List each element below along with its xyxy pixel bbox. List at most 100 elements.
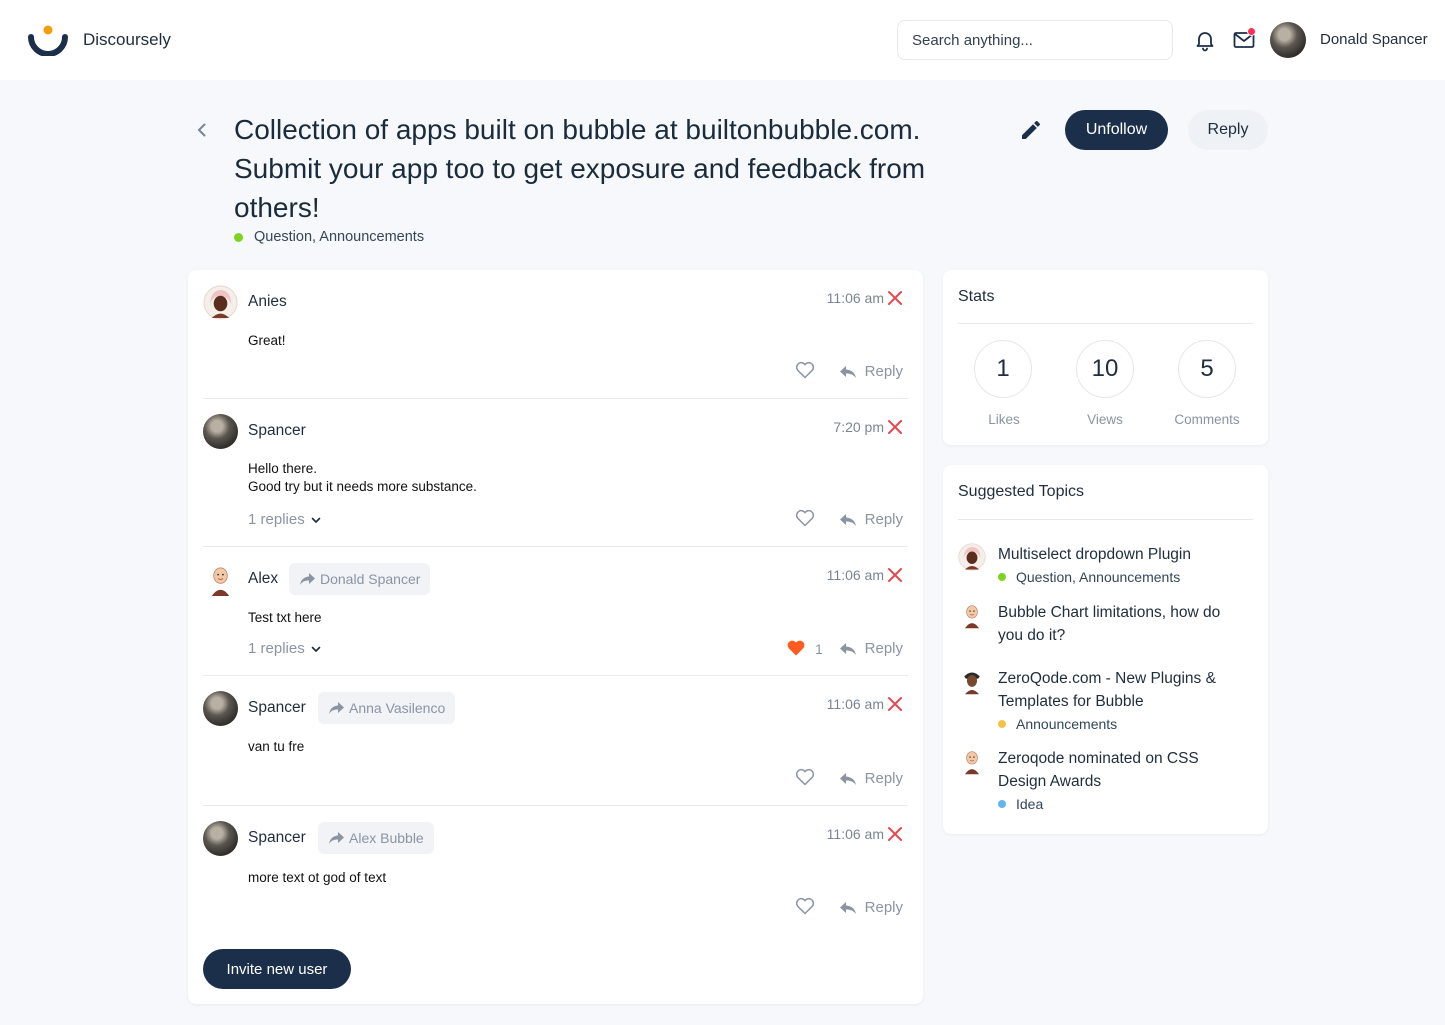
divider [958, 323, 1253, 324]
suggested-title: Suggested Topics [958, 483, 1085, 500]
suggested-topic-title[interactable]: Multiselect dropdown Plugin [998, 543, 1248, 566]
comment-text-line: Test txt here [248, 610, 322, 625]
close-icon[interactable] [887, 419, 903, 435]
avatar [958, 601, 986, 629]
brand-name[interactable]: Discoursely [83, 30, 171, 50]
comment-reply-button[interactable]: Reply [839, 363, 903, 380]
chevron-down-icon [311, 517, 321, 523]
comment-time: 11:06 am [826, 567, 884, 583]
replies-toggle[interactable]: 1 replies [248, 640, 322, 657]
forward-arrow-icon [329, 702, 344, 714]
heart-icon[interactable] [795, 768, 815, 786]
suggested-topic-title[interactable]: ZeroQode.com - New Plugins & Templates f… [998, 667, 1248, 713]
reply-label: Reply [864, 511, 903, 528]
comment-author[interactable]: Spancer [248, 422, 306, 440]
replies-toggle[interactable]: 1 replies [248, 511, 322, 528]
comment-reply-button[interactable]: Reply [839, 899, 903, 916]
search-input[interactable] [897, 20, 1173, 60]
reply-to-chip[interactable]: Alex Bubble [318, 822, 434, 854]
comment-item: Spancer Alex Bubble 11:06 am more text o… [203, 806, 908, 936]
reply-arrow-icon [839, 642, 856, 655]
comment-item: Spancer 7:20 pm Hello there. Good try bu… [203, 399, 908, 547]
suggested-topics-panel: Suggested Topics Multiselect dropdown Pl… [943, 465, 1268, 834]
invite-new-user-button[interactable]: Invite new user [203, 949, 351, 989]
reply-to-name: Donald Spancer [320, 571, 421, 587]
chevron-left-icon[interactable] [192, 120, 212, 140]
reply-to-name: Anna Vasilenco [349, 700, 446, 716]
views-count: 10 [1076, 340, 1134, 398]
heart-filled-icon[interactable] [786, 639, 806, 657]
comment-item: Alex Donald Spancer 11:06 am Test txt he… [203, 547, 908, 676]
comment-author[interactable]: Anies [248, 293, 287, 311]
tag-dot [998, 720, 1006, 728]
avatar [203, 821, 238, 856]
suggested-topic-tags: Question, Announcements [998, 569, 1180, 585]
avatar [958, 543, 986, 571]
reply-label: Reply [864, 770, 903, 787]
likes-count: 1 [974, 340, 1032, 398]
like-count: 1 [815, 641, 823, 657]
reply-button[interactable]: Reply [1188, 110, 1268, 150]
heart-icon[interactable] [795, 509, 815, 527]
reply-to-chip[interactable]: Anna Vasilenco [318, 692, 456, 724]
comment-reply-button[interactable]: Reply [839, 770, 903, 787]
tag-dot [998, 800, 1006, 808]
user-name[interactable]: Donald Spancer [1320, 31, 1428, 48]
comment-time: 11:06 am [826, 826, 884, 842]
close-icon[interactable] [887, 826, 903, 842]
divider [958, 519, 1253, 520]
suggested-topic-title[interactable]: Bubble Chart limitations, how do you do … [998, 601, 1248, 647]
comment-body: van tu fre [248, 738, 304, 756]
brand-logo-icon[interactable] [28, 24, 68, 56]
close-icon[interactable] [887, 696, 903, 712]
avatar [203, 691, 238, 726]
views-label: Views [1087, 412, 1123, 427]
close-icon[interactable] [887, 290, 903, 306]
comment-reply-button[interactable]: Reply [839, 640, 903, 657]
comment-text-line: Great! [248, 333, 286, 348]
user-avatar[interactable] [1270, 22, 1306, 58]
comment-text-line: van tu fre [248, 739, 305, 754]
suggested-topic-tags: Idea [998, 796, 1043, 812]
replies-count: 1 replies [248, 640, 305, 657]
heart-icon[interactable] [795, 361, 815, 379]
comment-reply-button[interactable]: Reply [839, 511, 903, 528]
reply-arrow-icon [839, 901, 856, 914]
comment-body: more text ot god of text [248, 869, 386, 887]
reply-to-chip[interactable]: Donald Spancer [289, 563, 431, 595]
forward-arrow-icon [300, 573, 315, 585]
reply-arrow-icon [839, 772, 856, 785]
reply-label: Reply [864, 899, 903, 916]
comment-text-line: more text ot god of text [248, 870, 387, 885]
comment-author[interactable]: Spancer [248, 829, 306, 847]
comment-author[interactable]: Alex [248, 570, 278, 588]
heart-icon[interactable] [795, 897, 815, 915]
comments-panel: Anies 11:06 am Great! Reply Spancer 7:20… [188, 270, 923, 1004]
comments-label: Comments [1174, 412, 1240, 427]
likes-label: Likes [988, 412, 1020, 427]
comment-body: Test txt here [248, 609, 322, 627]
suggested-topic[interactable]: Zeroqode nominated on CSS Design Awards … [958, 747, 1253, 817]
avatar [958, 667, 986, 695]
suggested-topic-tags-label: Idea [1016, 796, 1044, 812]
suggested-topic[interactable]: Bubble Chart limitations, how do you do … [958, 601, 1253, 651]
reply-to-name: Alex Bubble [349, 830, 424, 846]
suggested-topic-tags-label: Question, Announcements [1016, 569, 1181, 585]
reply-arrow-icon [839, 513, 856, 526]
suggested-topic[interactable]: ZeroQode.com - New Plugins & Templates f… [958, 667, 1253, 737]
avatar [958, 747, 986, 775]
bell-icon[interactable] [1193, 28, 1217, 52]
comments-count: 5 [1178, 340, 1236, 398]
pencil-icon[interactable] [1019, 118, 1043, 142]
close-icon[interactable] [887, 567, 903, 583]
suggested-topic[interactable]: Multiselect dropdown Plugin Question, An… [958, 543, 1253, 593]
comment-time: 11:06 am [826, 290, 884, 306]
avatar [203, 562, 238, 597]
comment-item: Spancer Anna Vasilenco 11:06 am van tu f… [203, 676, 908, 806]
comment-author[interactable]: Spancer [248, 699, 306, 717]
suggested-topic-tags: Announcements [998, 716, 1117, 732]
topic-tags: Question, Announcements [234, 229, 424, 245]
unfollow-button[interactable]: Unfollow [1065, 110, 1168, 150]
topic-title: Collection of apps built on bubble at bu… [234, 114, 926, 223]
suggested-topic-title[interactable]: Zeroqode nominated on CSS Design Awards [998, 747, 1248, 793]
